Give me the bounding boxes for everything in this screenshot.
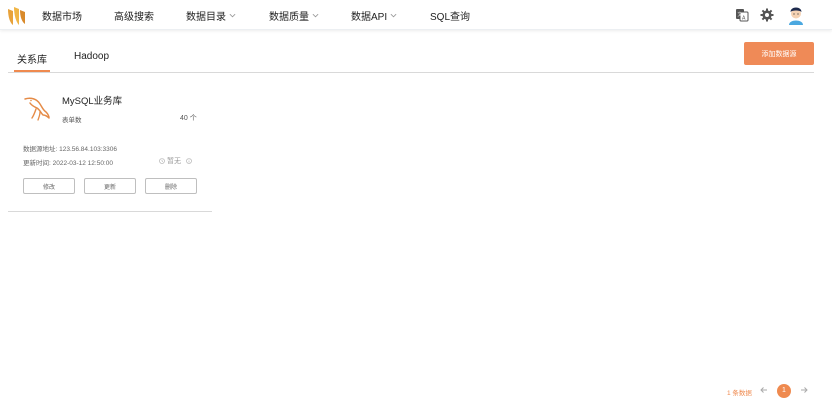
- arrow-right-icon[interactable]: [799, 385, 809, 395]
- table-count-value: 40 个: [180, 115, 197, 122]
- pagination-total: 1 条数据: [727, 390, 752, 397]
- top-nav-bar: 数据市场 高级搜索 数据目录 数据质量 数据API SQL查询 文 A: [0, 0, 832, 30]
- tab-hadoop[interactable]: Hadoop: [74, 51, 109, 62]
- logo-icon[interactable]: [6, 5, 26, 27]
- tab-relational-db[interactable]: 关系库: [14, 51, 50, 72]
- nav-item-data-market[interactable]: 数据市场: [42, 8, 82, 23]
- datasource-tabs: 关系库 Hadoop: [8, 45, 814, 73]
- chevron-down-icon: [390, 13, 397, 18]
- nav-item-data-quality[interactable]: 数据质量: [269, 8, 319, 23]
- edit-button[interactable]: 修改: [23, 178, 75, 194]
- update-time: 更新时间: 2022-03-12 12:50:00: [23, 160, 113, 167]
- table-count-label: 表单数: [62, 117, 82, 124]
- update-button[interactable]: 更新: [84, 178, 136, 194]
- nav-item-label: 数据目录: [186, 12, 226, 23]
- arrow-left-icon[interactable]: [759, 385, 769, 395]
- svg-text:A: A: [742, 16, 746, 22]
- delete-button[interactable]: 删除: [145, 178, 197, 194]
- status-text: 暂无: [167, 158, 181, 165]
- info-icon[interactable]: [186, 158, 192, 164]
- datasource-address: 数据源地址: 123.56.84.103:3306: [23, 146, 117, 153]
- add-datasource-button[interactable]: 添加数据源: [744, 42, 814, 65]
- nav-item-advanced-search[interactable]: 高级搜索: [114, 8, 154, 23]
- translate-icon[interactable]: 文 A: [734, 7, 750, 23]
- pagination-current-page[interactable]: 1: [777, 384, 791, 398]
- nav-item-label: 高级搜索: [114, 12, 154, 23]
- status-indicator: 暂无: [159, 156, 192, 166]
- clock-icon: [159, 158, 165, 164]
- chevron-down-icon: [229, 13, 236, 18]
- nav-item-label: 数据市场: [42, 12, 82, 23]
- nav-item-data-api[interactable]: 数据API: [351, 8, 397, 23]
- nav-item-sql-query[interactable]: SQL查询: [430, 8, 470, 23]
- avatar[interactable]: [786, 4, 806, 26]
- chevron-down-icon: [312, 13, 319, 18]
- mysql-dolphin-icon: [24, 97, 50, 121]
- nav-item-label: 数据API: [351, 12, 388, 23]
- datasource-name: MySQL业务库: [62, 96, 123, 107]
- gear-icon[interactable]: [759, 7, 775, 23]
- nav-item-label: SQL查询: [430, 12, 471, 23]
- nav-item-data-catalog[interactable]: 数据目录: [186, 8, 236, 23]
- datasource-card: MySQL业务库 表单数 40 个 数据源地址: 123.56.84.103:3…: [8, 86, 212, 212]
- nav-item-label: 数据质量: [269, 12, 309, 23]
